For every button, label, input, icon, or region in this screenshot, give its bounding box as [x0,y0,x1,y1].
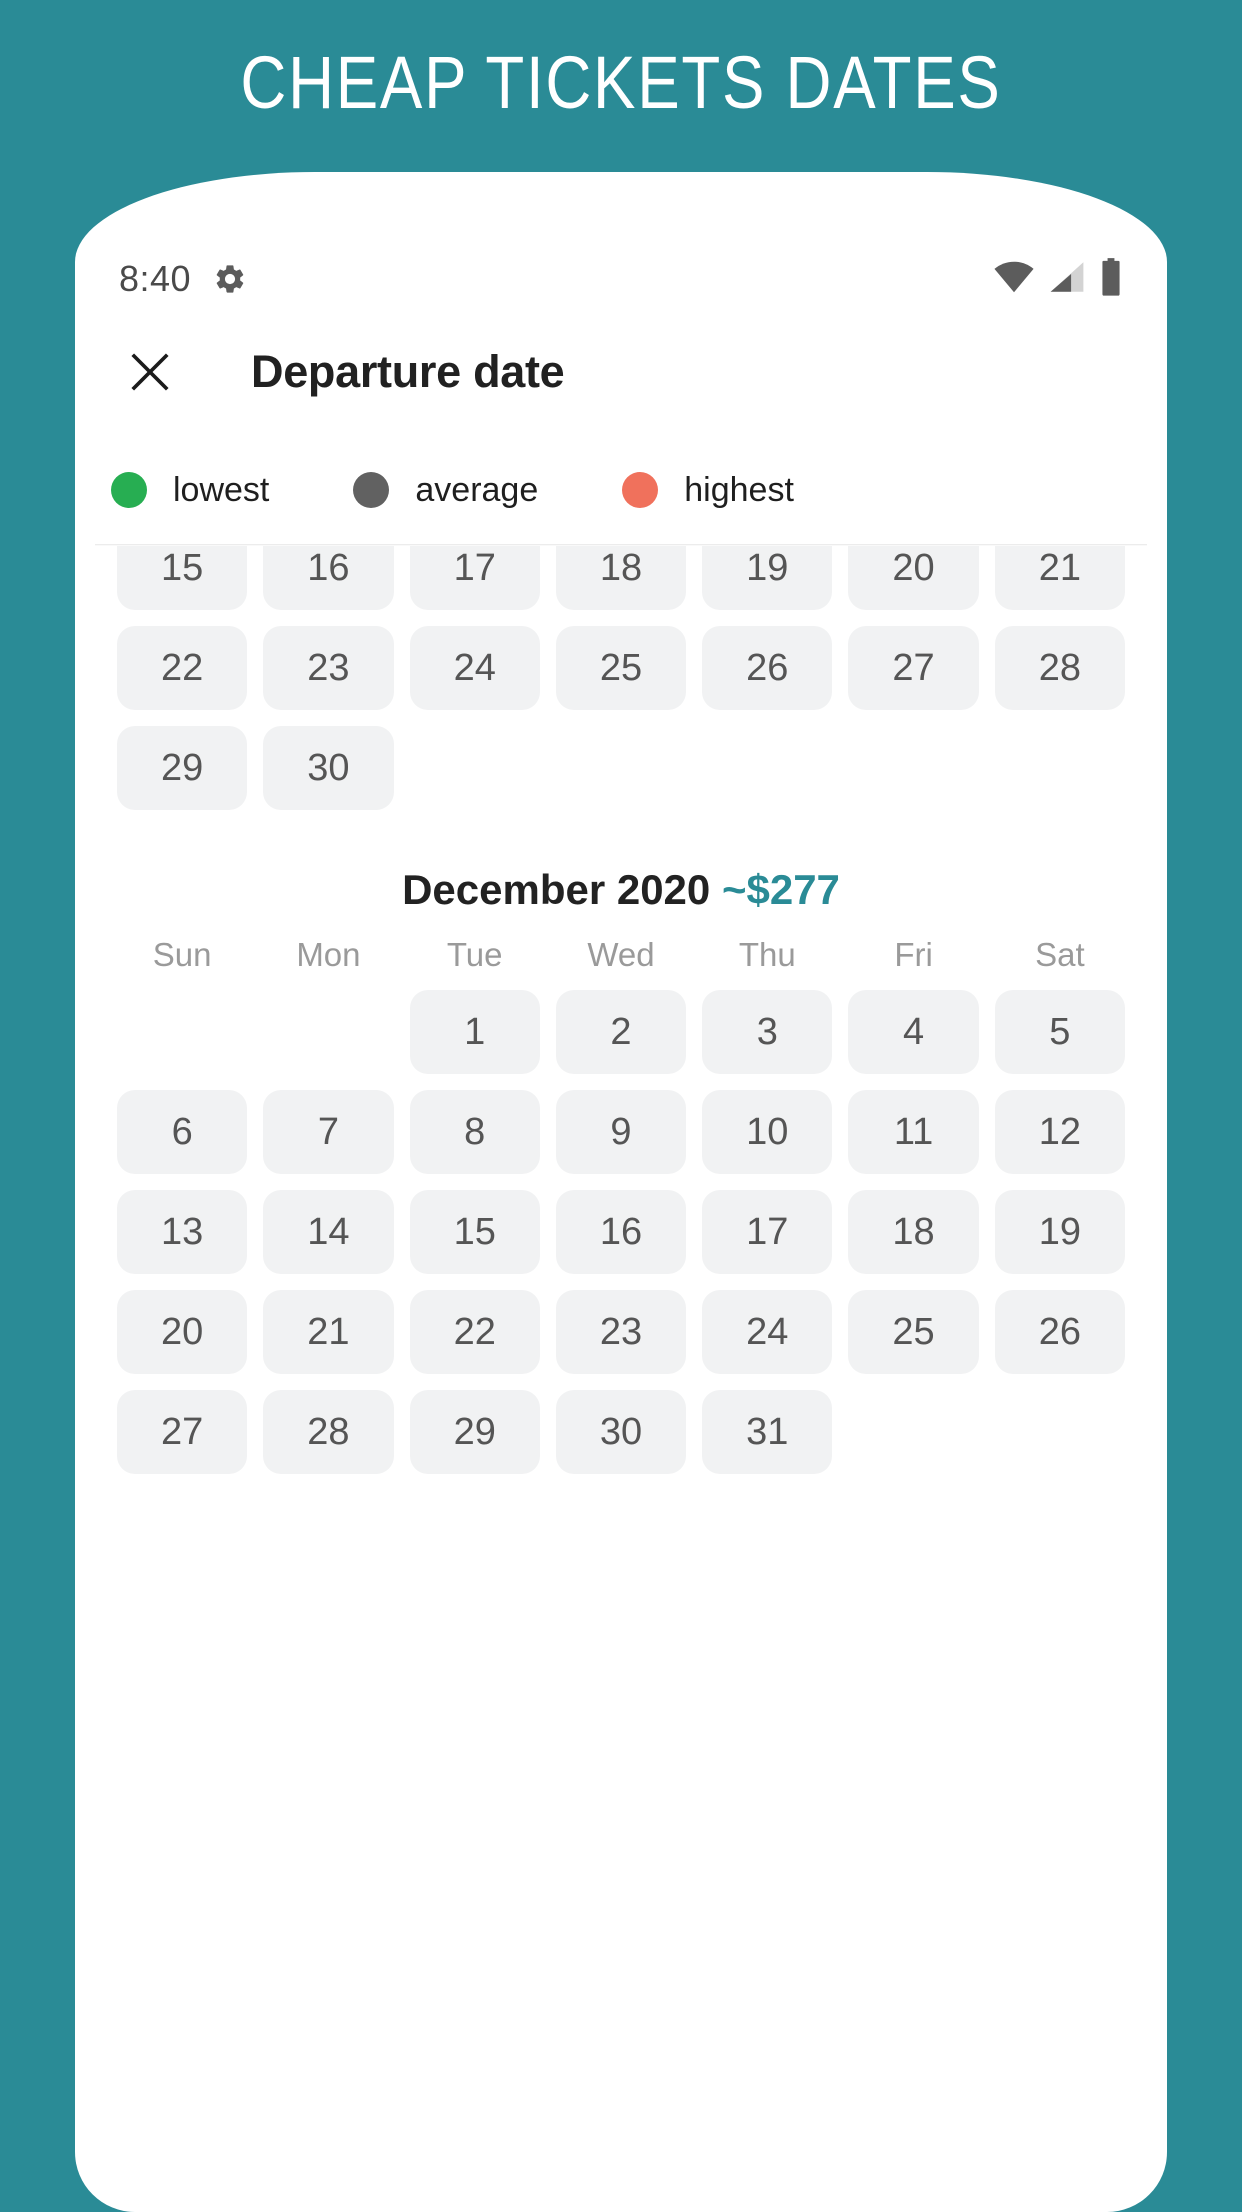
day-cell[interactable]: 23 [263,626,394,710]
day-cell-empty [995,726,1125,810]
day-cell[interactable]: 8 [409,1090,540,1174]
day-cell[interactable]: 20 [848,546,979,610]
day-cell[interactable]: 13 [117,1190,248,1274]
day-cell[interactable]: 21 [263,1290,394,1374]
day-cell[interactable]: 12 [994,1090,1125,1174]
day-cell-empty [995,1390,1125,1474]
day-cell[interactable]: 14 [263,1190,394,1274]
day-cell-empty [117,990,247,1074]
legend-dot-lowest [111,472,147,508]
day-cell[interactable]: 11 [848,1090,979,1174]
legend-item-highest: highest [622,471,794,510]
calendar-months: 15 16 17 18 19 20 21 22 23 24 25 26 27 28 29 30 December… [75,546,1167,1474]
day-cell[interactable]: 17 [409,546,540,610]
close-button[interactable] [115,337,185,407]
day-cell[interactable]: 5 [994,990,1125,1074]
day-cell[interactable]: 19 [994,1190,1125,1274]
day-cell[interactable]: 26 [702,626,833,710]
month-block: 15 16 17 18 19 20 21 22 23 24 25 26 27 28 29 30 [75,546,1167,810]
price-legend: lowest average highest [75,436,1167,544]
day-cell-empty [848,1390,978,1474]
calendar-scroll-area[interactable]: 15 16 17 18 19 20 21 22 23 24 25 26 27 28 29 30 December… [75,546,1167,2212]
day-cell[interactable]: 18 [848,1190,979,1274]
day-cell-empty [263,990,393,1074]
weekday-label: Sat [1035,936,1085,973]
month-name: December 2020 [402,866,711,913]
day-cell[interactable]: 26 [994,1290,1125,1374]
battery-icon [1099,257,1123,301]
day-cell[interactable]: 9 [555,1090,687,1174]
day-cell[interactable]: 29 [117,726,248,810]
status-time: 8:40 [119,258,192,299]
weekday-label: Mon [296,936,361,973]
day-grid: 15 16 17 18 19 20 21 22 23 24 25 26 27 28 29 30 [117,546,1125,810]
legend-item-average: average [353,471,538,510]
cellular-signal-icon [1049,260,1085,299]
day-grid: 1 2 3 4 5 6 7 8 9 10 11 12 13 14 15 16 17 18 19 20 21 22 23 24 2… [117,990,1125,1474]
day-cell[interactable]: 15 [117,546,248,610]
wifi-icon [993,260,1035,299]
day-cell[interactable]: 3 [702,990,833,1074]
day-cell[interactable]: 6 [117,1090,248,1174]
month-average-price: ~$277 [710,866,840,913]
weekday-label: Fri [894,936,933,973]
day-cell[interactable]: 2 [555,990,687,1074]
day-cell[interactable]: 29 [409,1390,540,1474]
day-cell[interactable]: 10 [702,1090,833,1174]
day-cell[interactable]: 1 [409,990,540,1074]
day-cell-empty [702,726,832,810]
day-cell[interactable]: 24 [409,626,540,710]
gear-icon [213,262,247,296]
legend-item-lowest: lowest [111,471,269,510]
day-cell[interactable]: 16 [555,1190,687,1274]
day-cell[interactable]: 27 [848,626,979,710]
legend-label-highest: highest [684,470,794,509]
day-cell[interactable]: 22 [117,626,248,710]
day-cell[interactable]: 17 [702,1190,833,1274]
day-cell[interactable]: 25 [848,1290,979,1374]
day-cell[interactable]: 19 [702,546,833,610]
status-bar: 8:40 [75,244,1167,314]
day-cell[interactable]: 7 [263,1090,394,1174]
day-cell[interactable]: 25 [555,626,687,710]
status-bar-right [993,257,1123,301]
day-cell[interactable]: 24 [702,1290,833,1374]
day-cell[interactable]: 30 [263,726,394,810]
day-cell-empty [848,726,978,810]
weekday-label: Sun [152,936,212,973]
day-cell[interactable]: 16 [263,546,394,610]
weekday-header-row: Sun Mon Tue Wed Thu Fri Sat [117,922,1125,990]
app-bar: Departure date [75,314,1167,430]
day-cell[interactable]: 15 [409,1190,540,1274]
day-cell[interactable]: 20 [117,1290,248,1374]
day-cell[interactable]: 28 [994,626,1125,710]
weekday-label: Wed [587,936,655,973]
day-cell[interactable]: 4 [848,990,979,1074]
day-cell[interactable]: 18 [555,546,687,610]
day-cell[interactable]: 28 [263,1390,394,1474]
legend-label-lowest: lowest [173,470,270,509]
legend-dot-highest [622,472,659,508]
weekday-label: Thu [738,936,796,973]
legend-dot-average [353,472,390,508]
close-icon [131,353,169,391]
day-cell[interactable]: 23 [555,1290,687,1374]
page-title: Departure date [251,346,565,397]
day-cell[interactable]: 22 [409,1290,540,1374]
day-cell[interactable]: 27 [117,1390,248,1474]
day-cell[interactable]: 31 [702,1390,833,1474]
month-title: December 2020 ~$277 [117,810,1125,922]
day-cell[interactable]: 21 [994,546,1125,610]
phone-mockup: 8:40 Departure date lowest average highe… [75,172,1167,2212]
day-cell-empty [410,726,540,810]
day-cell-empty [556,726,686,810]
weekday-label: Tue [446,936,503,973]
promo-title: CHEAP TICKETS DATES [240,41,1002,124]
month-block: December 2020 ~$277 Sun Mon Tue Wed Thu Fri Sat… [75,810,1167,1474]
status-bar-left: 8:40 [119,258,247,300]
legend-label-average: average [415,470,539,509]
day-cell[interactable]: 30 [555,1390,687,1474]
